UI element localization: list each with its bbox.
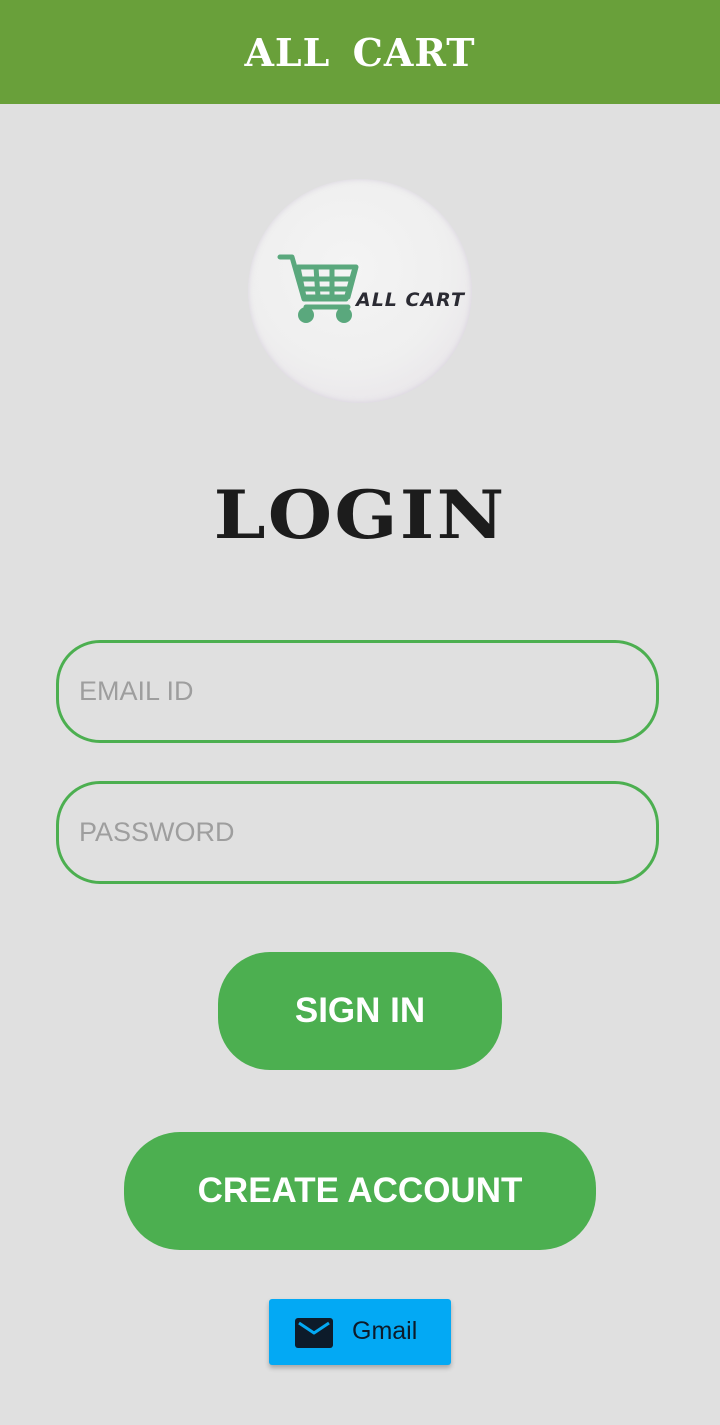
gmail-button[interactable]: Gmail [269,1299,451,1365]
login-heading: LOGIN [213,476,507,554]
logo-text: ALL CART [356,289,465,311]
email-field[interactable] [56,640,659,743]
app-bar: ALL CART [0,0,720,104]
app-logo: ALL CART [248,179,472,403]
mail-icon [295,1318,333,1348]
password-input[interactable] [79,784,639,881]
create-account-button[interactable]: CREATE ACCOUNT [124,1132,596,1250]
email-input[interactable] [79,643,639,740]
login-screen: ALL CART ALL CART LOGIN SIGN IN CREATE A… [0,0,720,1425]
sign-in-button[interactable]: SIGN IN [218,952,502,1070]
gmail-label: Gmail [352,1317,418,1345]
password-field[interactable] [56,781,659,884]
app-title: ALL CART [244,29,476,75]
